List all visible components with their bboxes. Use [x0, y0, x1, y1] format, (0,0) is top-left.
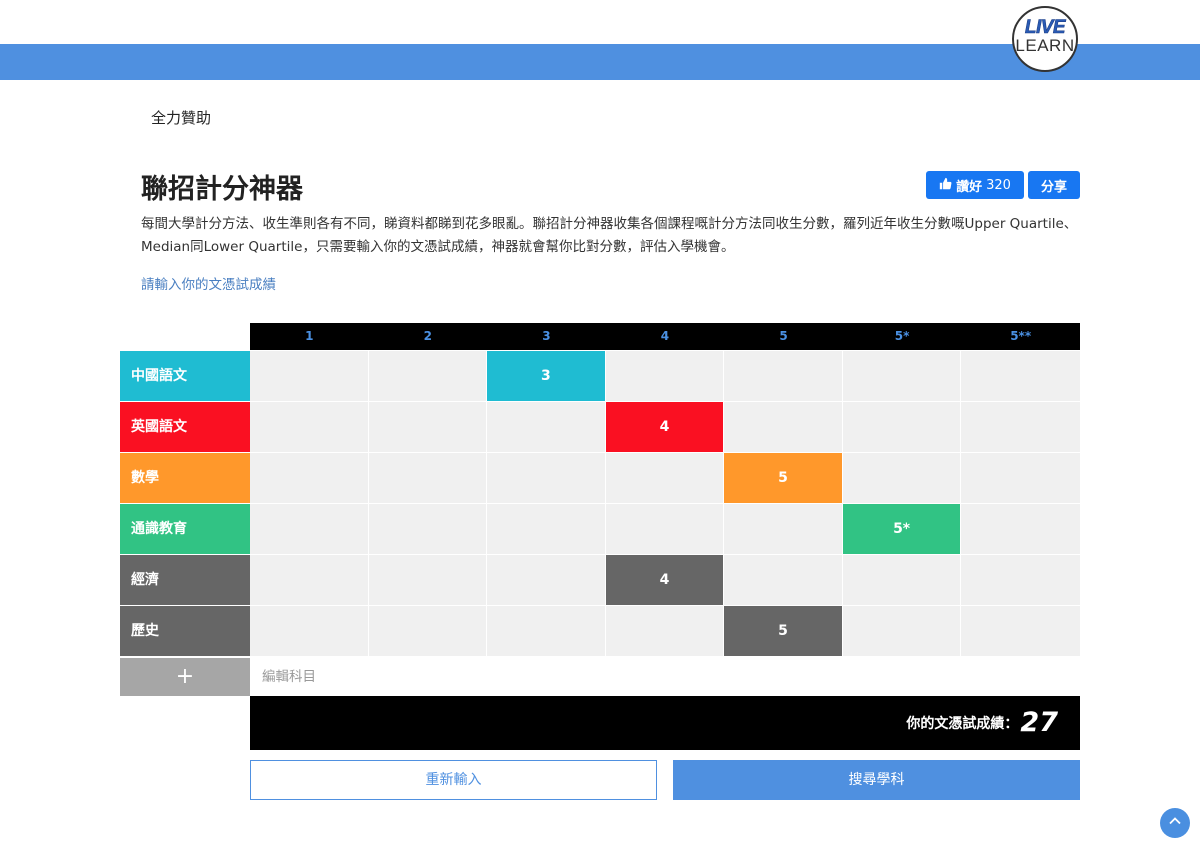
subject-row: 歷史 5 — [120, 606, 1080, 657]
facebook-share-button[interactable]: 分享 — [1028, 171, 1080, 199]
grade-cell[interactable] — [961, 453, 1080, 503]
live-learn-logo[interactable]: LIVE LEARN — [1012, 6, 1078, 72]
add-subject-button[interactable]: + — [120, 658, 250, 696]
logo-line1: LIVE — [1024, 17, 1066, 38]
search-subjects-button[interactable]: 搜尋學科 — [673, 760, 1080, 800]
grade-cell[interactable] — [961, 504, 1080, 554]
grade-cell[interactable] — [487, 453, 606, 503]
grade-cell[interactable] — [842, 606, 962, 656]
grade-cell[interactable] — [724, 402, 843, 452]
page-title: 聯招計分神器 — [141, 174, 303, 205]
subject-label: 數學 — [120, 453, 250, 503]
grade-header-3[interactable]: 3 — [487, 323, 606, 350]
total-score-bar: 你的文憑試成績：27 — [250, 696, 1080, 750]
grade-cell[interactable] — [724, 351, 843, 401]
grade-cell[interactable] — [724, 504, 843, 554]
grade-cell[interactable] — [368, 555, 488, 605]
grade-header-row: 1 2 3 4 5 5* 5** — [250, 323, 1080, 350]
grade-cell[interactable] — [961, 606, 1080, 656]
selected-grade-cell[interactable]: 4 — [605, 555, 725, 605]
subject-row: 經濟 4 — [120, 555, 1080, 606]
subject-label: 通識教育 — [120, 504, 250, 554]
grade-cell[interactable] — [724, 555, 843, 605]
add-subject-row: + 編輯科目 — [120, 658, 1080, 696]
grade-header-4[interactable]: 4 — [606, 323, 725, 350]
like-count: 320 — [986, 177, 1011, 193]
grade-cell[interactable] — [961, 351, 1080, 401]
grade-cell[interactable] — [368, 504, 488, 554]
grade-cells: 5* — [250, 504, 1080, 555]
grade-header-5[interactable]: 5 — [724, 323, 843, 350]
plus-icon: + — [175, 664, 195, 689]
grade-cells: 5 — [250, 453, 1080, 504]
input-prompt: 請輸入你的文憑試成績 — [141, 277, 276, 293]
subject-row: 中國語文 3 — [120, 351, 1080, 402]
selected-grade-cell[interactable]: 5 — [724, 606, 843, 656]
grade-cell[interactable] — [605, 606, 725, 656]
grade-cell[interactable] — [250, 453, 369, 503]
subject-row: 數學 5 — [120, 453, 1080, 504]
thumbs-up-icon — [939, 177, 952, 194]
selected-grade-cell[interactable]: 5* — [842, 504, 962, 554]
grade-cells: 3 — [250, 351, 1080, 402]
grade-cell[interactable] — [961, 402, 1080, 452]
grade-cell[interactable] — [250, 555, 369, 605]
grade-cell[interactable] — [250, 402, 369, 452]
subject-label: 經濟 — [120, 555, 250, 605]
grade-cells: 4 — [250, 555, 1080, 606]
grade-cell[interactable] — [368, 351, 488, 401]
scroll-to-top-button[interactable] — [1160, 808, 1190, 838]
grade-cell[interactable] — [487, 606, 606, 656]
subject-row: 英國語文 4 — [120, 402, 1080, 453]
page-description: 每間大學計分方法、收生準則各有不同，睇資料都睇到花多眼亂。聯招計分神器收集各個課… — [141, 216, 1078, 255]
grade-cell[interactable] — [842, 555, 962, 605]
grade-cell[interactable] — [842, 453, 962, 503]
reset-button[interactable]: 重新輸入 — [250, 760, 657, 800]
grade-header-1[interactable]: 1 — [250, 323, 369, 350]
selected-grade-cell[interactable]: 5 — [724, 453, 843, 503]
total-score-label: 你的文憑試成績： — [906, 716, 1019, 732]
selected-grade-cell[interactable]: 4 — [605, 402, 725, 452]
grade-cells: 4 — [250, 402, 1080, 453]
grade-header-2[interactable]: 2 — [369, 323, 488, 350]
grade-cell[interactable] — [842, 351, 962, 401]
grade-cell[interactable] — [250, 606, 369, 656]
total-score-value: 27 — [1020, 707, 1058, 738]
facebook-like-button[interactable]: 讚好 320 — [926, 171, 1024, 199]
grade-cell[interactable] — [487, 504, 606, 554]
grade-cell[interactable] — [368, 402, 488, 452]
sponsor-label: 全力贊助 — [151, 109, 212, 127]
grade-cell[interactable] — [250, 351, 369, 401]
grade-cell[interactable] — [368, 606, 488, 656]
chevron-up-icon — [1167, 813, 1183, 833]
like-label: 讚好 — [956, 179, 983, 195]
selected-grade-cell[interactable]: 3 — [487, 351, 606, 401]
subject-label: 英國語文 — [120, 402, 250, 452]
grade-cell[interactable] — [605, 504, 725, 554]
grade-cell[interactable] — [368, 453, 488, 503]
subject-label: 歷史 — [120, 606, 250, 656]
grade-cell[interactable] — [605, 453, 725, 503]
grade-cell[interactable] — [605, 351, 725, 401]
grade-header-6[interactable]: 5* — [843, 323, 962, 350]
grade-cell[interactable] — [250, 504, 369, 554]
subject-row: 通識教育 5* — [120, 504, 1080, 555]
grade-cell[interactable] — [842, 402, 962, 452]
grade-cell[interactable] — [487, 402, 606, 452]
grade-header-7[interactable]: 5** — [961, 323, 1080, 350]
subject-label: 中國語文 — [120, 351, 250, 401]
logo-line2: LEARN — [1015, 36, 1075, 55]
grade-cell[interactable] — [961, 555, 1080, 605]
grade-cell[interactable] — [487, 555, 606, 605]
grade-cells: 5 — [250, 606, 1080, 657]
edit-subjects-link[interactable]: 編輯科目 — [262, 658, 316, 696]
